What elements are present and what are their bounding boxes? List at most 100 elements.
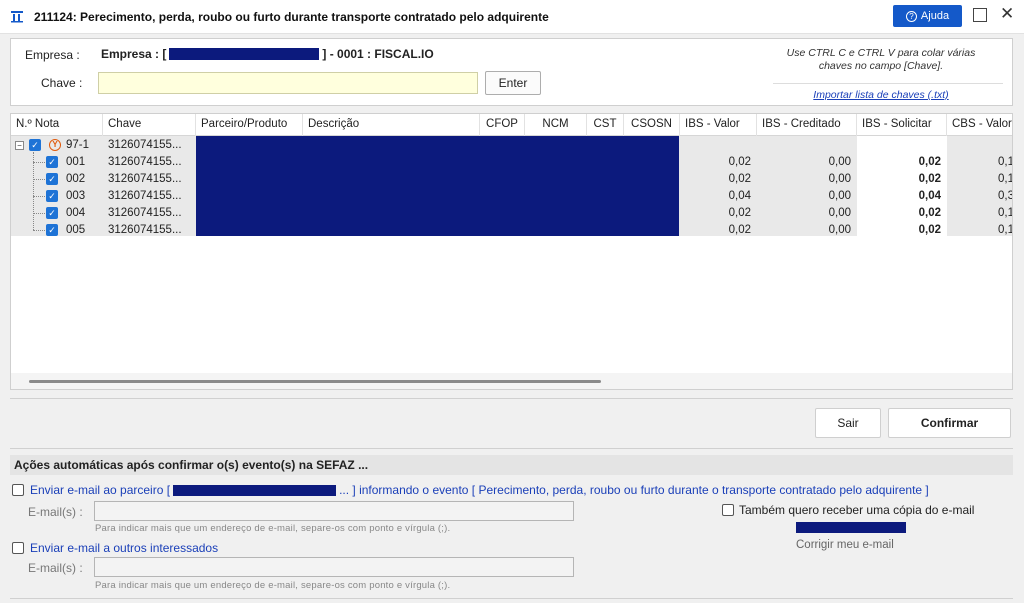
table-row[interactable]: ✓ 001 3126074155... 0,02 0,00 0,02 0,1 — [11, 154, 1013, 171]
row-ibs-solicitar[interactable]: 0,02 — [857, 171, 947, 188]
empresa-prefix: Empresa : [ — [101, 47, 167, 61]
col-ibs-valor[interactable]: IBS - Valor — [680, 114, 757, 136]
send-others-email-checkbox[interactable] — [12, 542, 24, 554]
group-checkbox[interactable]: ✓ — [29, 139, 41, 151]
confirmar-button[interactable]: Confirmar — [888, 408, 1011, 438]
row-checkbox[interactable]: ✓ — [46, 190, 58, 202]
row-nota: 002 — [66, 173, 86, 185]
sair-button[interactable]: Sair — [815, 408, 881, 438]
auto-actions-header: Ações automáticas após confirmar o(s) ev… — [10, 455, 1013, 475]
chave-label: Chave : — [41, 76, 83, 90]
horizontal-scrollbar-thumb[interactable] — [29, 380, 601, 383]
filter-panel: Empresa : Empresa : [ ] - 0001 : FISCAL.… — [10, 38, 1013, 106]
receive-copy-checkbox[interactable] — [722, 504, 734, 516]
table-row[interactable]: ✓ 004 3126074155... 0,02 0,00 0,02 0,1 — [11, 205, 1013, 222]
table-row[interactable]: ✓ 002 3126074155... 0,02 0,00 0,02 0,1 — [11, 171, 1013, 188]
email-label: E-mail(s) : — [28, 561, 83, 575]
collapse-icon[interactable]: − — [15, 141, 24, 150]
row-chave: 3126074155... — [108, 224, 182, 236]
row-chave: 3126074155... — [108, 173, 182, 185]
notes-grid: N.º Nota Chave Parceiro/Produto Descriçã… — [10, 113, 1013, 390]
row-ibs-solicitar[interactable]: 0,04 — [857, 188, 947, 205]
col-cst[interactable]: CST — [587, 114, 624, 136]
table-row[interactable]: ✓ 003 3126074155... 0,04 0,00 0,04 0,3 — [11, 188, 1013, 205]
row-cbs-valor: 0,3 — [998, 190, 1013, 202]
row-chave: 3126074155... — [108, 207, 182, 219]
row-cbs-valor: 0,1 — [998, 207, 1013, 219]
send-partner-email-option[interactable]: Enviar e-mail ao parceiro [ ... ] inform… — [30, 483, 929, 497]
chave-input[interactable] — [98, 72, 478, 94]
row-ibs-solicitar[interactable]: 0,02 — [857, 205, 947, 222]
row-nota: 003 — [66, 190, 86, 202]
question-icon: ? — [905, 10, 917, 22]
redacted-company-name — [169, 48, 320, 60]
row-checkbox[interactable]: ✓ — [46, 173, 58, 185]
row-nota: 004 — [66, 207, 86, 219]
col-ibs-solicitar[interactable]: IBS - Solicitar — [857, 114, 947, 136]
others-email-input[interactable] — [94, 557, 574, 577]
import-keys-link[interactable]: Importar lista de chaves (.txt) — [761, 89, 1001, 101]
tree-branch — [33, 179, 45, 180]
row-ibs-creditado: 0,00 — [828, 190, 851, 202]
row-chave: 3126074155... — [108, 190, 182, 202]
hint-divider — [773, 83, 1003, 84]
maximize-button[interactable] — [973, 8, 987, 22]
enter-button[interactable]: Enter — [485, 71, 541, 95]
col-descricao[interactable]: Descrição — [303, 114, 480, 136]
col-ncm[interactable]: NCM — [525, 114, 587, 136]
help-button[interactable]: ? Ajuda — [893, 5, 962, 27]
row-ibs-solicitar[interactable]: 0,02 — [857, 154, 947, 171]
redacted-partner-name — [173, 484, 337, 496]
row-ibs-valor: 0,02 — [728, 173, 751, 185]
tree-branch — [33, 162, 45, 163]
window-title: 211124: Perecimento, perda, roubo ou fur… — [34, 10, 549, 24]
col-parceiro[interactable]: Parceiro/Produto — [196, 114, 303, 136]
opt1-suffix: ... ] informando o evento [ Perecimento,… — [339, 483, 929, 497]
row-ibs-valor: 0,02 — [728, 207, 751, 219]
col-cbs-valor[interactable]: CBS - Valor — [947, 114, 1012, 136]
fix-email-link[interactable]: Corrigir meu e-mail — [796, 539, 894, 551]
close-button[interactable]: ✕ — [1000, 5, 1014, 23]
row-checkbox[interactable]: ✓ — [46, 156, 58, 168]
email-label: E-mail(s) : — [28, 505, 83, 519]
row-ibs-creditado: 0,00 — [828, 207, 851, 219]
table-row[interactable]: ✓ 005 3126074155... 0,02 0,00 0,02 0,1 — [11, 222, 1013, 239]
group-chave: 3126074155... — [108, 139, 182, 151]
row-cbs-valor: 0,1 — [998, 173, 1013, 185]
row-ibs-creditado: 0,00 — [828, 224, 851, 236]
paste-hint-line1: Use CTRL C e CTRL V para colar várias — [786, 47, 976, 59]
row-cbs-valor: 0,1 — [998, 224, 1013, 236]
col-chave[interactable]: Chave — [103, 114, 196, 136]
title-bar: 211124: Perecimento, perda, roubo ou fur… — [0, 0, 1024, 34]
send-others-email-option[interactable]: Enviar e-mail a outros interessados — [30, 541, 218, 555]
tree-branch — [33, 230, 45, 231]
row-cbs-valor: 0,1 — [998, 156, 1013, 168]
partner-email-input[interactable] — [94, 501, 574, 521]
paste-hint: Use CTRL C e CTRL V para colar várias ch… — [761, 47, 1001, 73]
row-nota: 005 — [66, 224, 86, 236]
tree-branch — [33, 213, 45, 214]
group-nota: 97-1 — [66, 139, 90, 151]
group-row[interactable]: − ✓ Y 97-1 3126074155... — [11, 137, 1012, 154]
row-checkbox[interactable]: ✓ — [46, 224, 58, 236]
grid-header: N.º Nota Chave Parceiro/Produto Descriçã… — [11, 114, 1012, 136]
row-ibs-valor: 0,02 — [728, 224, 751, 236]
empresa-suffix: ] - 0001 : FISCAL.IO — [322, 47, 434, 61]
receive-copy-label[interactable]: Também quero receber uma cópia do e-mail — [739, 503, 974, 517]
divider — [10, 598, 1013, 599]
empresa-value: Empresa : [ ] - 0001 : FISCAL.IO — [101, 47, 434, 61]
opt1-prefix: Enviar e-mail ao parceiro [ — [30, 483, 171, 497]
divider — [10, 448, 1013, 449]
paste-hint-line2: chaves no campo [Chave]. — [818, 60, 944, 72]
row-checkbox[interactable]: ✓ — [46, 207, 58, 219]
col-ibs-creditado[interactable]: IBS - Creditado — [757, 114, 857, 136]
tree-branch — [33, 196, 45, 197]
col-nota[interactable]: N.º Nota — [11, 114, 103, 136]
row-nota: 001 — [66, 156, 86, 168]
send-partner-email-checkbox[interactable] — [12, 484, 24, 496]
col-csosn[interactable]: CSOSN — [624, 114, 680, 136]
row-ibs-valor: 0,04 — [728, 190, 751, 202]
col-cfop[interactable]: CFOP — [480, 114, 525, 136]
row-ibs-creditado: 0,00 — [828, 173, 851, 185]
row-ibs-solicitar[interactable]: 0,02 — [857, 222, 947, 239]
